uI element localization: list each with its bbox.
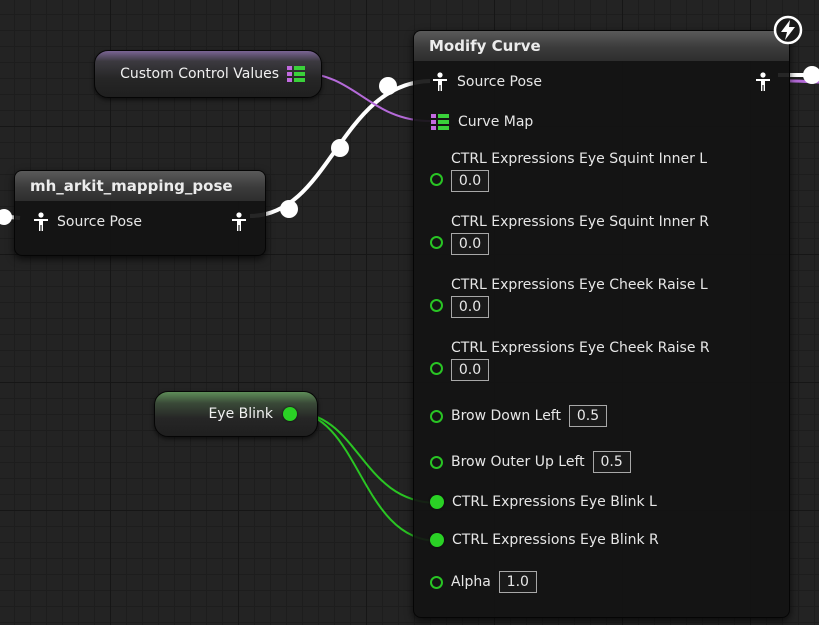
reroute-dot[interactable]	[331, 139, 349, 157]
map-grid-icon[interactable]	[287, 65, 305, 83]
pin-value-field[interactable]: 1.0	[498, 571, 537, 593]
pin-label: CTRL Expressions Eye Squint Inner R	[451, 214, 710, 230]
pin-row-brow-outer-up-left: Brow Outer Up Left 0.5	[430, 451, 631, 473]
mapping-pose-output-row	[231, 212, 247, 232]
float-pin-icon[interactable]	[430, 533, 444, 547]
pin-label: Brow Outer Up Left	[451, 454, 585, 470]
float-pin-icon[interactable]	[430, 575, 443, 589]
pin-value-field[interactable]: 0.5	[592, 451, 631, 473]
float-pin-icon[interactable]	[430, 495, 444, 509]
pin-label: CTRL Expressions Eye Blink R	[452, 532, 659, 548]
pin-label: CTRL Expressions Eye Blink L	[452, 494, 657, 510]
pin-label: Alpha	[451, 574, 491, 590]
mapping-pose-source-pose-label: Source Pose	[57, 214, 142, 230]
pin-row-alpha: Alpha 1.0	[430, 571, 537, 593]
mapping-pose-title: mh_arkit_mapping_pose	[15, 171, 265, 201]
pin-value-field[interactable]: 0.0	[451, 170, 489, 192]
curve-map-label: Curve Map	[458, 114, 534, 130]
reroute-dot[interactable]	[379, 77, 397, 95]
custom-control-values-node[interactable]: Custom Control Values	[94, 50, 322, 98]
reroute-dot[interactable]	[0, 209, 12, 225]
curve-map-row: Curve Map	[431, 113, 533, 131]
map-grid-icon[interactable]	[431, 113, 449, 131]
person-pose-icon[interactable]	[755, 72, 771, 92]
pin-value-field[interactable]: 0.5	[568, 405, 607, 427]
pin-value-field[interactable]: 0.0	[451, 233, 489, 255]
eye-blink-label: Eye Blink	[208, 406, 273, 422]
lightning-bolt-icon[interactable]	[772, 14, 804, 46]
float-pin-icon[interactable]	[430, 173, 443, 186]
modify-curve-node[interactable]: Modify Curve Source Pose Curve Map CTRL …	[413, 30, 790, 618]
pin-label: CTRL Expressions Eye Cheek Raise R	[451, 340, 710, 356]
float-pin-icon[interactable]	[430, 455, 443, 469]
source-pose-label: Source Pose	[457, 74, 542, 90]
reroute-dot[interactable]	[803, 66, 819, 84]
mapping-pose-input-row: Source Pose	[33, 212, 142, 232]
pin-row-brow-down-left: Brow Down Left 0.5	[430, 405, 607, 427]
pin-row-eye-cheek-raise-r: CTRL Expressions Eye Cheek Raise R 0.0	[430, 340, 710, 381]
reroute-dot[interactable]	[280, 200, 298, 218]
pin-label: CTRL Expressions Eye Squint Inner L	[451, 151, 708, 167]
person-pose-icon[interactable]	[231, 212, 247, 232]
mapping-pose-node[interactable]: mh_arkit_mapping_pose Source Pose	[14, 170, 266, 256]
eye-blink-node[interactable]: Eye Blink	[154, 391, 318, 437]
pin-label: CTRL Expressions Eye Cheek Raise L	[451, 277, 708, 293]
pin-row-eye-blink-l: CTRL Expressions Eye Blink L	[430, 494, 657, 510]
person-pose-icon[interactable]	[432, 72, 448, 92]
pin-value-field[interactable]: 0.0	[451, 359, 489, 381]
pin-row-eye-cheek-raise-l: CTRL Expressions Eye Cheek Raise L 0.0	[430, 277, 708, 318]
pin-row-eye-squint-inner-l: CTRL Expressions Eye Squint Inner L 0.0	[430, 151, 707, 192]
float-pin-icon[interactable]	[430, 362, 443, 375]
float-pin-icon[interactable]	[430, 299, 443, 312]
wire-mapping-to-modify[interactable]	[249, 79, 431, 218]
person-pose-icon[interactable]	[33, 212, 49, 232]
source-pose-row: Source Pose	[432, 72, 542, 92]
wire-modify-out	[789, 79, 819, 84]
float-pin-icon[interactable]	[430, 409, 443, 423]
float-pin-icon[interactable]	[430, 236, 443, 249]
output-pose-row	[755, 72, 771, 92]
pin-row-eye-squint-inner-r: CTRL Expressions Eye Squint Inner R 0.0	[430, 214, 709, 255]
modify-curve-title: Modify Curve	[414, 31, 789, 61]
pin-row-eye-blink-r: CTRL Expressions Eye Blink R	[430, 532, 659, 548]
pin-value-field[interactable]: 0.0	[451, 296, 489, 318]
float-pin-icon[interactable]	[283, 407, 297, 421]
custom-control-values-label: Custom Control Values	[120, 66, 279, 82]
pin-label: Brow Down Left	[451, 408, 561, 424]
